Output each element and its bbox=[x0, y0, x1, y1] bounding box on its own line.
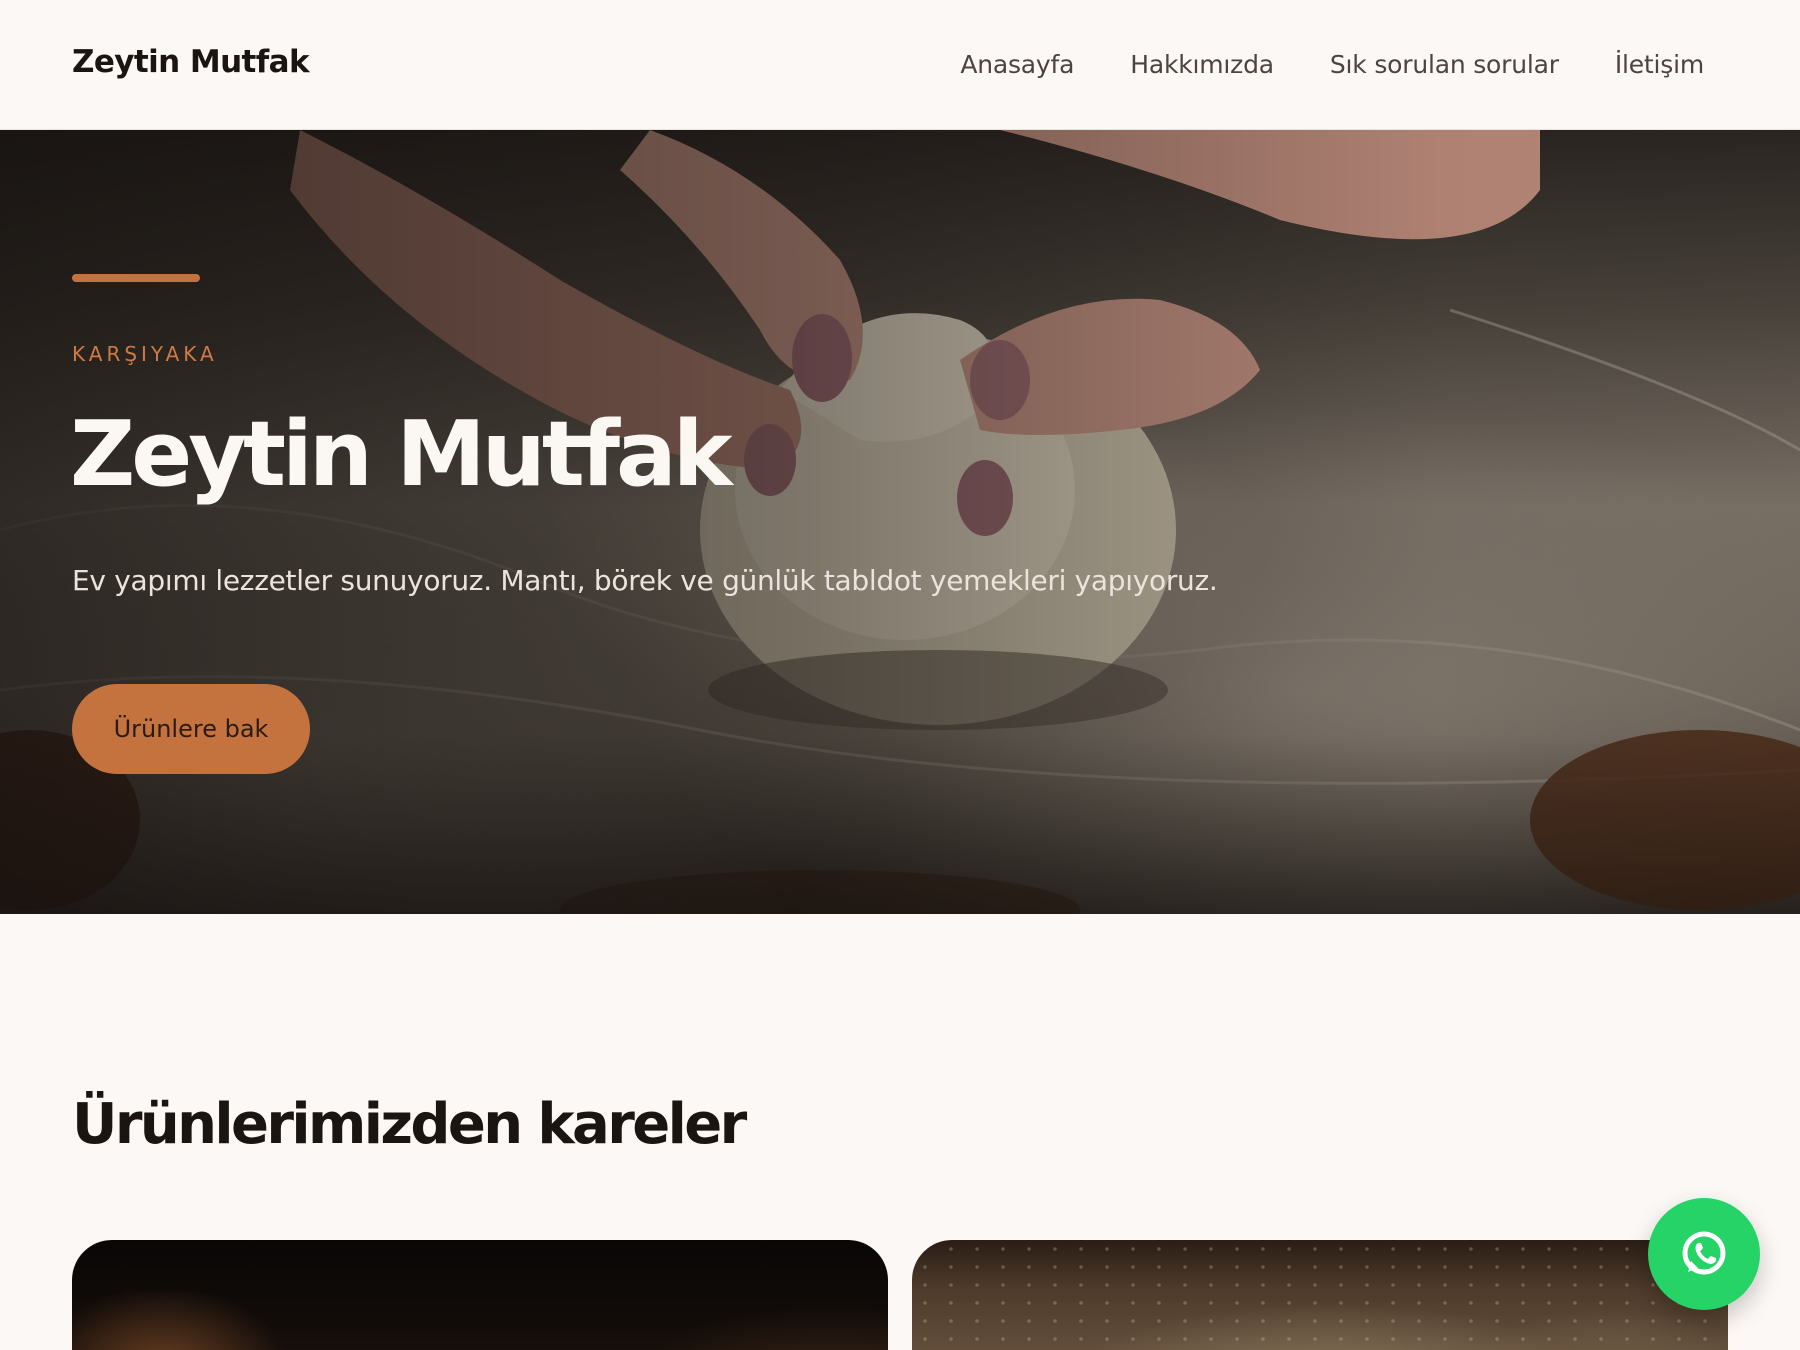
nav-item-about[interactable]: Hakkımızda bbox=[1130, 50, 1274, 79]
hero-subtitle: Ev yapımı lezzetler sunuyoruz. Mantı, bö… bbox=[72, 564, 1218, 597]
main-nav: Anasayfa Hakkımızda Sık sorulan sorular … bbox=[960, 50, 1704, 79]
whatsapp-button[interactable] bbox=[1648, 1198, 1760, 1310]
brand-logo[interactable]: Zeytin Mutfak bbox=[72, 44, 310, 80]
nav-item-contact[interactable]: İletişim bbox=[1615, 50, 1704, 79]
site-header: Zeytin Mutfak Anasayfa Hakkımızda Sık so… bbox=[0, 0, 1800, 130]
nav-item-home[interactable]: Anasayfa bbox=[960, 50, 1074, 79]
product-image-card[interactable] bbox=[912, 1240, 1728, 1350]
nav-item-faq[interactable]: Sık sorulan sorular bbox=[1330, 50, 1559, 79]
accent-bar bbox=[72, 274, 200, 282]
products-section-title: Ürünlerimizden kareler bbox=[72, 1092, 747, 1157]
hero-section: KARŞIYAKA Zeytin Mutfak Ev yapımı lezzet… bbox=[0, 130, 1800, 914]
product-image-card[interactable] bbox=[72, 1240, 888, 1350]
card-texture bbox=[912, 1240, 1728, 1350]
whatsapp-icon bbox=[1682, 1231, 1726, 1275]
hero-title: Zeytin Mutfak bbox=[70, 402, 733, 507]
view-products-button[interactable]: Ürünlere bak bbox=[72, 684, 310, 774]
hero-eyebrow: KARŞIYAKA bbox=[72, 342, 218, 366]
